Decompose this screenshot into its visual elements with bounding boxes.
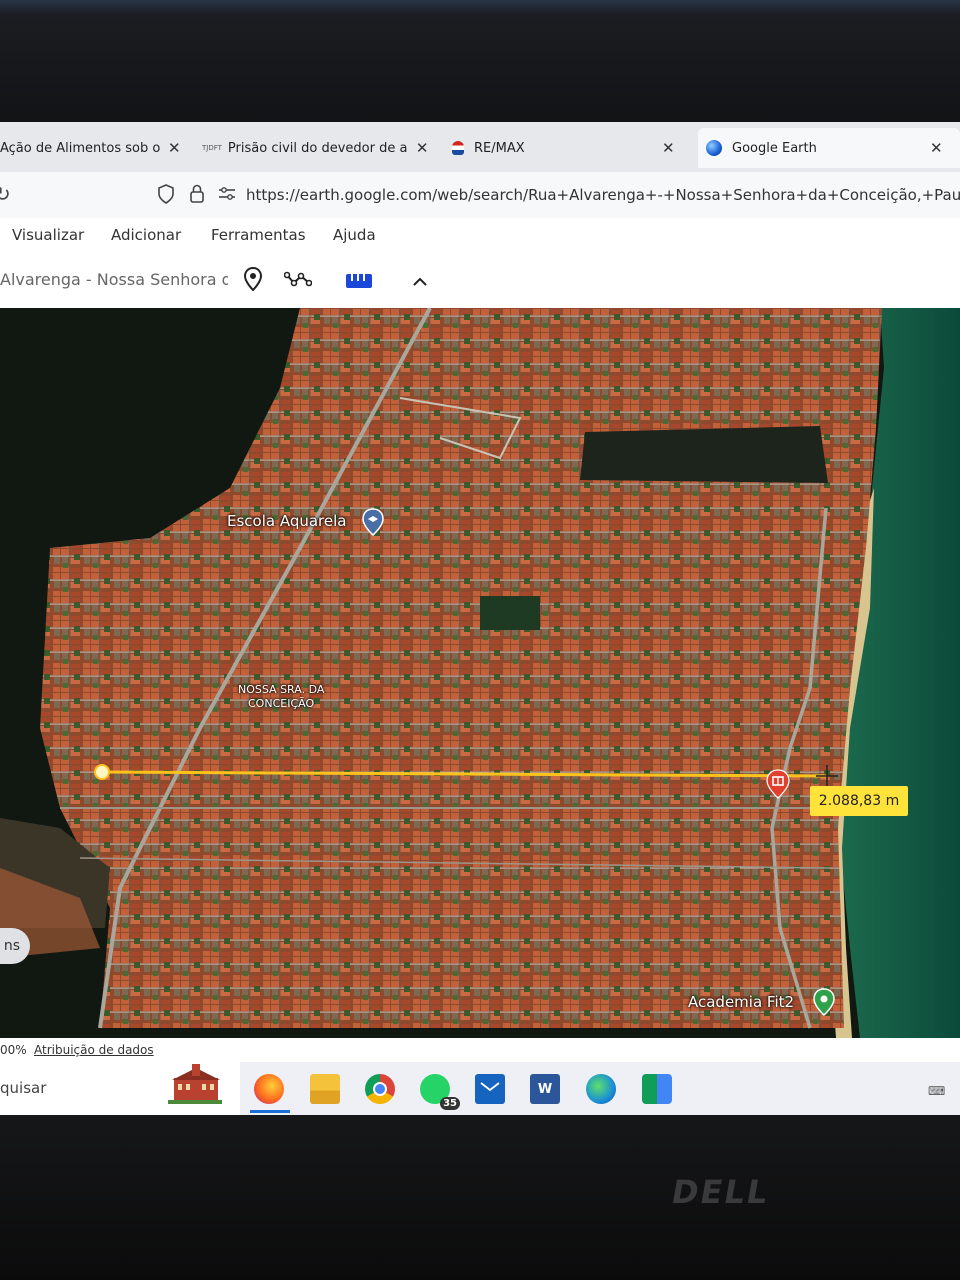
earth-toolbar: Alvarenga - Nossa Senhora da [0,254,960,309]
close-icon[interactable]: ✕ [930,139,943,157]
tab-bar: Ação de Alimentos sob o reg ✕ TJDFT Pris… [0,122,960,172]
earth-status-bar: 00% Atribuição de dados [0,1038,960,1062]
chrome-icon[interactable] [365,1074,395,1104]
tjdft-icon: TJDFT [202,144,222,152]
map-label-gym[interactable]: Academia Fit2 [688,993,794,1011]
menu-ferramentas[interactable]: Ferramentas [211,226,306,244]
tab-label: Prisão civil do devedor de alim [227,140,408,156]
tab-prisao-civil[interactable]: TJDFT Prisão civil do devedor de alim ✕ [202,128,434,168]
map-label-school[interactable]: Escola Aquarela [227,512,347,530]
earth-menubar: Visualizar Adicionar Ferramentas Ajuda [0,218,960,254]
zoom-level: 00% [0,1043,27,1057]
map-label-neighborhood-2: CONCEIÇÃO [248,697,315,710]
search-input[interactable]: Alvarenga - Nossa Senhora da [0,270,228,289]
whatsapp-icon[interactable]: 35 [420,1074,460,1110]
meet-icon[interactable] [642,1074,672,1104]
data-attribution-link[interactable]: Atribuição de dados [34,1043,154,1057]
remax-balloon-icon [452,141,464,155]
school-pin-icon[interactable] [362,508,384,536]
satellite-imagery [0,308,960,1038]
measurement-label: 2.088,83 m [810,786,908,816]
tab-google-earth[interactable]: Google Earth ✕ [698,128,960,168]
firefox-icon[interactable] [254,1074,284,1104]
file-explorer-icon[interactable] [310,1074,340,1104]
tab-label: Ação de Alimentos sob o reg [0,140,160,156]
menu-ajuda[interactable]: Ajuda [333,226,376,244]
map-side-button-label: ns [3,938,20,954]
keyboard-icon[interactable]: ⌨ [928,1084,945,1098]
monitor-bezel-top [0,0,960,122]
menu-adicionar[interactable]: Adicionar [111,226,181,244]
tab-label: Google Earth [732,140,817,156]
ruler-icon[interactable] [346,273,372,292]
menu-visualizar[interactable]: Visualizar [12,226,84,244]
path-icon[interactable] [283,271,313,291]
tab-acao-alimentos[interactable]: Ação de Alimentos sob o reg ✕ [0,128,185,168]
tab-remax[interactable]: RE/MAX ✕ [452,128,687,168]
windows-taskbar: quisar 35 W ⌨ [0,1062,960,1115]
collapse-chevron-icon[interactable] [412,272,428,291]
reload-icon[interactable]: ↻ [0,182,11,206]
mail-icon[interactable] [475,1074,505,1104]
earth-icon [706,140,722,156]
taskbar-search-box[interactable]: quisar [0,1062,240,1115]
whatsapp-badge: 35 [440,1097,460,1110]
close-icon[interactable]: ✕ [416,139,429,157]
tab-label: RE/MAX [474,140,525,156]
active-app-indicator [250,1110,290,1113]
url-field[interactable]: https://earth.google.com/web/search/Rua+… [246,186,960,204]
word-icon[interactable]: W [530,1074,560,1104]
gym-pin-icon[interactable] [813,988,835,1016]
monitor-bezel-bottom: DELL [0,1115,960,1280]
permissions-icon[interactable] [218,186,236,206]
address-bar: ↻ https://earth.google.com/web/search/Ru… [0,172,960,218]
lock-icon[interactable] [189,184,205,208]
map-label-neighborhood: NOSSA SRA. DA [238,683,325,696]
satellite-map[interactable]: Escola Aquarela NOSSA SRA. DA CONCEIÇÃO … [0,308,960,1038]
screen: Ação de Alimentos sob o reg ✕ TJDFT Pris… [0,122,960,1115]
close-icon[interactable]: ✕ [662,139,675,157]
edge-icon[interactable] [586,1074,616,1104]
placemark-icon[interactable] [243,266,263,295]
search-highlight-building-icon [168,1064,222,1108]
search-result-pin-icon[interactable] [766,769,790,799]
taskbar-search-placeholder: quisar [0,1079,47,1097]
dell-logo: DELL [668,1173,773,1211]
shield-icon[interactable] [158,184,174,208]
close-icon[interactable]: ✕ [168,139,181,157]
